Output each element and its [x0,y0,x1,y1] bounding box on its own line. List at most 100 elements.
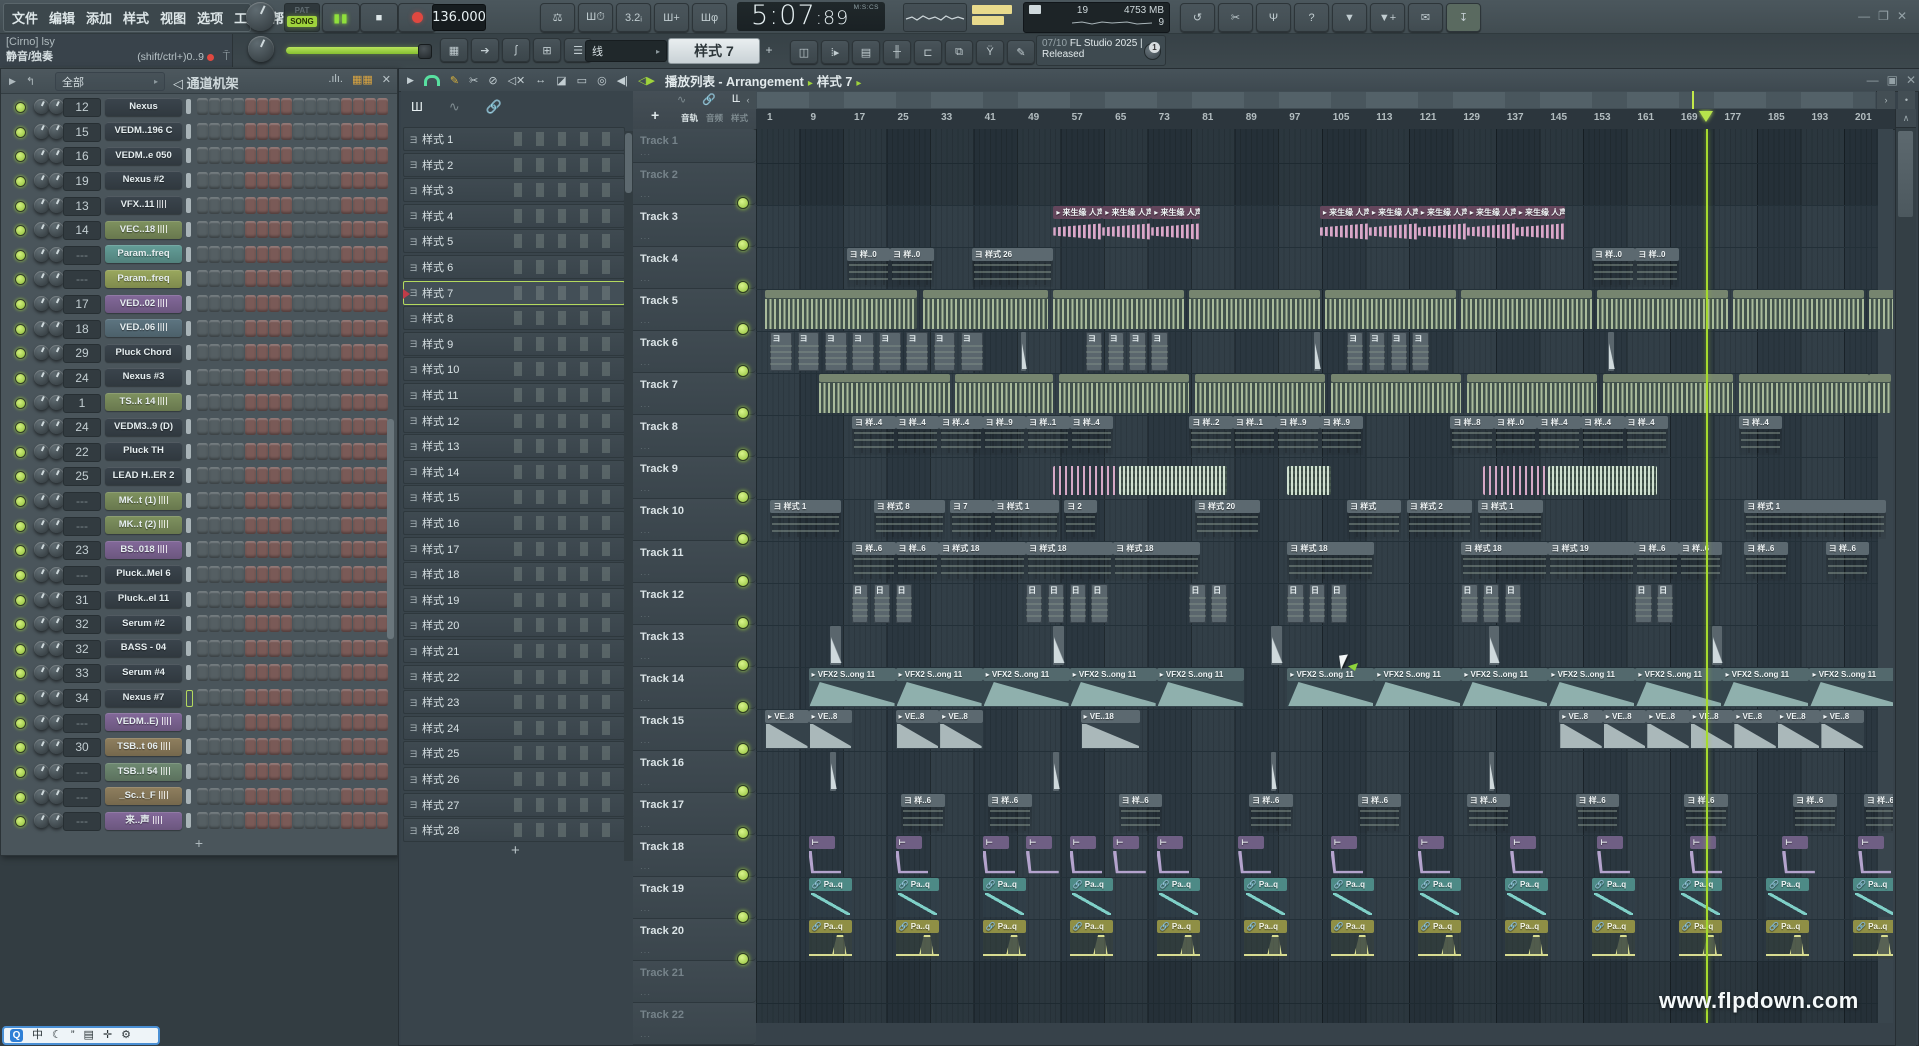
step-cell[interactable] [233,221,244,238]
step-cell[interactable] [353,197,364,214]
step-cell[interactable] [209,812,220,829]
step-cell[interactable] [353,320,364,337]
clip-autoT[interactable]: 🔗 Pa..q [983,878,1027,917]
play-pause-button[interactable]: ▮▮ [322,3,360,32]
clip-pat[interactable]: ヨ 样式 18 [1113,542,1200,581]
pattern-item[interactable]: ヨ样式 18 [403,562,625,586]
channel-led[interactable] [15,521,26,532]
step-cell[interactable] [377,246,388,263]
clip-waveT[interactable]: ▸ VFX2 S..ong 11 [809,668,896,707]
pattern-item[interactable]: ヨ样式 1 [403,127,625,151]
track-led[interactable] [737,239,749,251]
step-cell[interactable] [233,98,244,115]
channel-led[interactable] [15,324,26,335]
channel-target-display[interactable]: --- [63,492,101,511]
channel-led[interactable] [15,373,26,384]
clip-tick[interactable] [1053,626,1064,665]
clip-block[interactable]: 日 [1026,584,1042,623]
step-cell[interactable] [257,812,268,829]
clip-block[interactable]: 日 [1331,584,1347,623]
step-cell[interactable] [245,492,256,509]
clip-block[interactable]: ヨ [1412,332,1428,371]
channel-led[interactable] [15,176,26,187]
step-cell[interactable] [197,615,208,632]
step-cell[interactable] [233,517,244,534]
add-track-button[interactable]: + [651,107,659,123]
step-cell[interactable] [197,714,208,731]
channel-led[interactable] [15,545,26,556]
pattern-item[interactable]: ヨ样式 25 [403,741,625,765]
step-cell[interactable] [257,640,268,657]
step-cell[interactable] [245,714,256,731]
step-cell[interactable] [197,394,208,411]
help-icon[interactable]: ? [1294,3,1329,32]
step-cell[interactable] [257,123,268,140]
step-cell[interactable] [317,320,328,337]
track-options[interactable]: ··· [640,234,651,243]
step-cell[interactable] [293,689,304,706]
clip-tick[interactable] [830,626,841,665]
clip-stripes[interactable] [1325,290,1456,329]
step-cell[interactable] [233,394,244,411]
pattern-item[interactable]: ヨ样式 26 [403,767,625,791]
quote-icon[interactable]: ” [71,1029,75,1042]
channel-volume-knob[interactable] [49,173,64,188]
step-cell[interactable] [257,566,268,583]
song-label[interactable]: SONG [287,16,317,27]
step-cell[interactable] [317,467,328,484]
clip-autoT[interactable]: 🔗 Pa..q [896,878,940,917]
track-header[interactable]: Track 15··· [633,709,756,751]
step-cell[interactable] [341,394,352,411]
clip-pat[interactable]: ヨ 样..6 [901,794,945,833]
step-cell[interactable] [197,591,208,608]
step-cell[interactable] [281,123,292,140]
clip-purp[interactable]: ⊢ [1113,836,1146,875]
step-cell[interactable] [377,369,388,386]
channel-button[interactable]: Param..freq [105,270,182,288]
channel-pan-knob[interactable] [34,296,49,311]
step-cell[interactable] [269,443,280,460]
clip-pat[interactable]: ヨ 7 [950,500,994,539]
step-cell[interactable] [245,640,256,657]
clip-block[interactable]: 日 [1189,584,1205,623]
step-cell[interactable] [305,615,316,632]
step-cell[interactable] [197,221,208,238]
step-cell[interactable] [341,517,352,534]
clip-pat[interactable]: ヨ 样..6 [1249,794,1293,833]
step-cell[interactable] [197,738,208,755]
step-cell[interactable] [269,467,280,484]
channel-led[interactable] [15,274,26,285]
channel-selection-strip[interactable] [186,198,191,213]
step-cell[interactable] [197,197,208,214]
channel-selection-strip[interactable] [186,444,191,459]
step-cell[interactable] [329,591,340,608]
channel-led[interactable] [15,619,26,630]
pattern-item[interactable]: ヨ样式 2 [403,153,625,177]
step-cell[interactable] [209,492,220,509]
step-cell[interactable] [305,517,316,534]
step-cell[interactable] [221,566,232,583]
track-led[interactable] [737,911,749,923]
step-cell[interactable] [257,788,268,805]
channel-volume-knob[interactable] [49,99,64,114]
step-cell[interactable] [197,246,208,263]
step-cell[interactable] [245,369,256,386]
clip-block[interactable]: 日 [1211,584,1227,623]
channel-target-display[interactable]: 24 [63,418,101,437]
channel-led[interactable] [15,127,26,138]
menu-item-0[interactable]: 文件 [12,8,38,27]
step-cell[interactable] [269,344,280,361]
step-cell[interactable] [197,418,208,435]
step-cell[interactable] [209,369,220,386]
step-cell[interactable] [341,270,352,287]
step-cell[interactable] [305,640,316,657]
step-cell[interactable] [377,689,388,706]
step-cell[interactable] [257,98,268,115]
tempo-display[interactable]: 136.000 [432,4,486,31]
clip-autoO[interactable]: 🔗 Pa..q [896,920,940,959]
track-header[interactable]: Track 10··· [633,499,756,541]
step-cell[interactable] [305,270,316,287]
track-header[interactable]: Track 20··· [633,919,756,961]
step-cell[interactable] [317,123,328,140]
minimize-button[interactable]: — [1858,9,1870,23]
